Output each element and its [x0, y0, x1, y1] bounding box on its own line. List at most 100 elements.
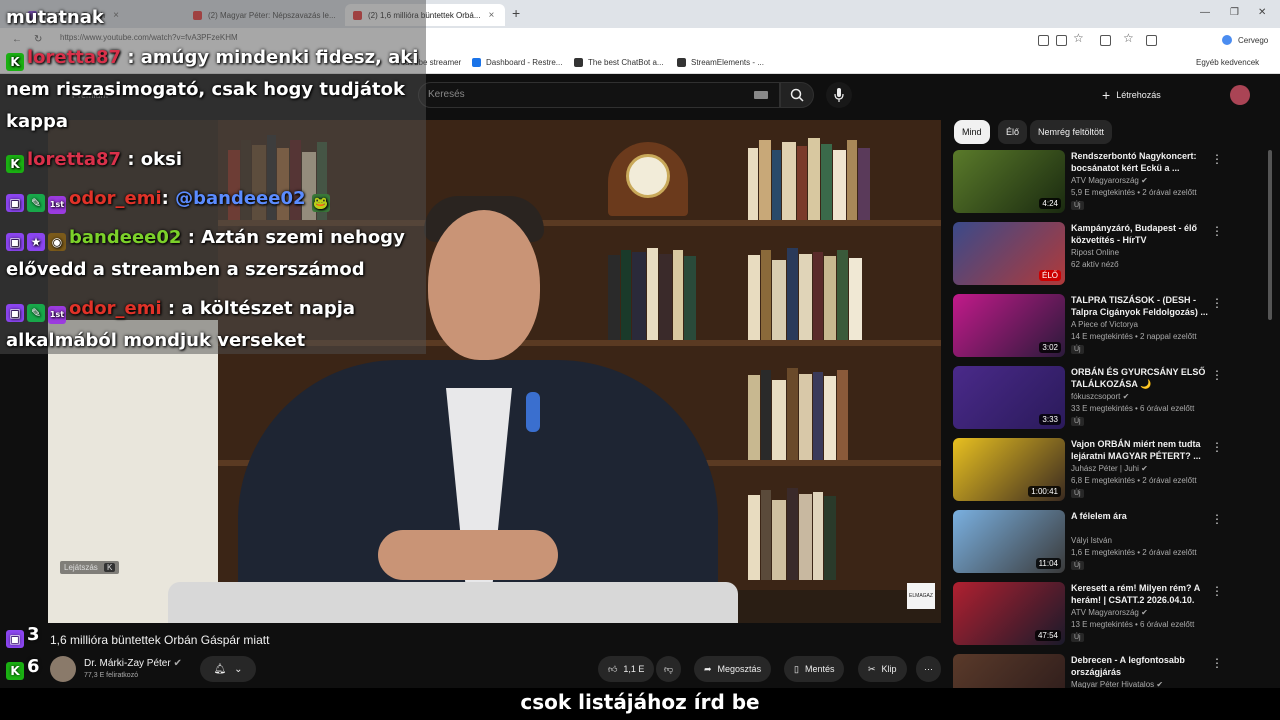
- star-badge-icon: ★: [27, 233, 45, 251]
- recommendation-channel[interactable]: fókuszcsoport ✔: [1071, 392, 1129, 401]
- save-button[interactable]: ▯ Mentés: [784, 656, 845, 682]
- bookmark-icon: ▯: [794, 663, 799, 674]
- video-thumbnail[interactable]: 3:33: [953, 366, 1065, 429]
- video-thumbnail[interactable]: 11:04: [953, 510, 1065, 573]
- video-thumbnail[interactable]: 1:00:41: [953, 438, 1065, 501]
- minimize-icon[interactable]: —: [1200, 7, 1210, 18]
- channel-name-text: A Piece of Victorya: [1071, 320, 1138, 329]
- translate-icon[interactable]: [1038, 35, 1049, 46]
- like-button[interactable]: 👍︎ 1,1 E: [598, 656, 655, 682]
- channel-name[interactable]: Dr. Márki-Zay Péter ✔: [84, 658, 182, 669]
- viewer-count: 3: [27, 624, 40, 645]
- create-label: Létrehozás: [1116, 90, 1161, 100]
- extension-icon[interactable]: [1100, 35, 1111, 46]
- recommendation-channel[interactable]: A Piece of Victorya: [1071, 320, 1138, 329]
- scissors-icon: ✂: [868, 663, 876, 674]
- more-options-icon[interactable]: ⋮: [1211, 152, 1223, 166]
- recommendation-title[interactable]: TALPRA TISZÁSOK - (DESH - Talpra Cigányo…: [1071, 294, 1211, 318]
- recommendation-card[interactable]: 11:04 A félelem ára Vályi István 1,6 E megt…: [953, 510, 1269, 574]
- recommendation-card[interactable]: ÉLŐ Kampányzáró, Budapest - élő közvetíté…: [953, 222, 1269, 286]
- chat-username: odor_emi: [69, 188, 162, 209]
- recommendation-channel[interactable]: ATV Magyarország ✔: [1071, 608, 1148, 617]
- recommendation-card[interactable]: 3:02 TALPRA TISZÁSOK - (DESH - Talpra Cig…: [953, 294, 1269, 358]
- chip-live[interactable]: Élő: [998, 120, 1028, 144]
- recommendation-title[interactable]: Debrecen - A legfontosabb országjárás: [1071, 654, 1211, 678]
- recommendation-title[interactable]: A félelem ára: [1071, 510, 1211, 522]
- recommendation-card[interactable]: 1:00:41 Vajon ORBÁN miért nem tudta lejár…: [953, 438, 1269, 502]
- chat-text: : amúgy mindenki fidesz, aki: [127, 47, 419, 68]
- recommendation-title[interactable]: Kampányzáró, Budapest - élő közvetítés -…: [1071, 222, 1211, 246]
- more-actions-button[interactable]: ⋯: [916, 656, 941, 682]
- share-button[interactable]: ➦ Megosztás: [694, 656, 772, 682]
- video-thumbnail[interactable]: ÉLŐ: [953, 222, 1065, 285]
- scrollbar[interactable]: [1268, 150, 1272, 320]
- video-thumbnail[interactable]: 3:02: [953, 294, 1065, 357]
- more-options-icon[interactable]: ⋮: [1211, 368, 1223, 382]
- recommendation-card[interactable]: 47:54 Keresett a rém! Milyen rém? A herám…: [953, 582, 1269, 646]
- keyboard-icon[interactable]: [754, 91, 768, 99]
- avatar[interactable]: [1230, 85, 1250, 105]
- bookmark-item[interactable]: StreamElements - ...: [677, 58, 764, 67]
- video-thumbnail[interactable]: 47:54: [953, 582, 1065, 645]
- recommendation-title[interactable]: ORBÁN ÉS GYURCSÁNY ELSŐ TALÁLKOZÁSA 🌙: [1071, 366, 1211, 390]
- more-options-icon[interactable]: ⋮: [1211, 440, 1223, 454]
- recommendation-meta: 14 E megtekintés • 2 nappal ezelőtt: [1071, 332, 1197, 341]
- subscriber-badge-icon: ✎: [27, 304, 45, 322]
- recommendation-channel[interactable]: ATV Magyarország ✔: [1071, 176, 1148, 185]
- star-icon[interactable]: ☆: [1073, 31, 1084, 45]
- chat-message: Kloretta87 : oksi: [6, 144, 182, 176]
- books: [748, 485, 837, 580]
- more-options-icon[interactable]: ⋮: [1211, 656, 1223, 670]
- search-placeholder: Keresés: [428, 89, 465, 100]
- dislike-button[interactable]: 👎︎: [656, 656, 682, 682]
- bookmark-item[interactable]: The best ChatBot a...: [574, 58, 664, 67]
- recommendation-channel[interactable]: Vályi István: [1071, 536, 1112, 545]
- chat-text: :: [161, 188, 176, 209]
- apps-icon[interactable]: [1056, 35, 1067, 46]
- recommendation-card[interactable]: 4:24 Rendszerbontó Nagykoncert: bocsánato…: [953, 150, 1269, 214]
- laptop: [168, 582, 738, 623]
- more-options-icon[interactable]: ⋮: [1211, 512, 1223, 526]
- voice-search-button[interactable]: [826, 82, 852, 108]
- channel-avatar[interactable]: [50, 656, 76, 682]
- profile-icon[interactable]: [1222, 35, 1232, 45]
- close-window-icon[interactable]: ✕: [1258, 7, 1266, 18]
- recommendation-channel[interactable]: Ripost Online: [1071, 248, 1119, 257]
- other-bookmarks[interactable]: Egyéb kedvencek: [1196, 58, 1259, 67]
- clip-button[interactable]: ✂ Klip: [858, 656, 907, 682]
- recommendation-title[interactable]: Keresett a rém! Milyen rém? A herám! | C…: [1071, 582, 1211, 606]
- like-count: 1,1 E: [623, 664, 645, 674]
- video-thumbnail[interactable]: 4:24: [953, 150, 1065, 213]
- books: [748, 135, 871, 220]
- create-button[interactable]: + Létrehozás: [1102, 87, 1161, 103]
- channel-watermark[interactable]: ELMAGAZ: [907, 583, 935, 609]
- recommendation-title[interactable]: Vajon ORBÁN miért nem tudta lejáratni MA…: [1071, 438, 1211, 462]
- chat-username: loretta87: [27, 149, 122, 170]
- subtitle-bar: csok listájához írd be: [0, 688, 1280, 720]
- chip-all[interactable]: Mind: [954, 120, 990, 144]
- chat-text: : oksi: [127, 149, 182, 170]
- recommendation-channel[interactable]: Juhász Péter | Juhi ✔: [1071, 464, 1148, 473]
- more-options-icon[interactable]: ⋮: [1211, 296, 1223, 310]
- search-button[interactable]: [780, 82, 814, 108]
- favorites-icon[interactable]: ☆: [1123, 31, 1134, 45]
- live-badge: ÉLŐ: [1038, 270, 1061, 281]
- new-badge: Új: [1071, 417, 1084, 426]
- bookmark-label: Dashboard - Restre...: [486, 58, 563, 67]
- maximize-icon[interactable]: ❐: [1230, 7, 1239, 18]
- recommendation-meta: 33 E megtekintés • 6 órával ezelőtt: [1071, 404, 1195, 413]
- recommendation-card[interactable]: 3:33 ORBÁN ÉS GYURCSÁNY ELSŐ TALÁLKOZÁSA …: [953, 366, 1269, 430]
- video-title: 1,6 millióra büntettek Orbán Gáspár miat…: [50, 633, 270, 647]
- close-icon[interactable]: ×: [489, 10, 495, 21]
- recommendation-title[interactable]: Rendszerbontó Nagykoncert: bocsánatot ké…: [1071, 150, 1211, 174]
- chip-recent[interactable]: Nemrég feltöltött: [1030, 120, 1113, 144]
- verified-icon: ✔: [173, 658, 182, 669]
- new-tab-button[interactable]: +: [512, 5, 520, 21]
- subscription-bell-button[interactable]: 🔔︎ ⌄: [200, 656, 256, 682]
- collections-icon[interactable]: [1146, 35, 1157, 46]
- more-options-icon[interactable]: ⋮: [1211, 584, 1223, 598]
- more-options-icon[interactable]: ⋮: [1211, 224, 1223, 238]
- search-input[interactable]: [418, 82, 780, 108]
- clock-icon: [626, 154, 670, 198]
- bookmark-item[interactable]: Dashboard - Restre...: [472, 58, 562, 67]
